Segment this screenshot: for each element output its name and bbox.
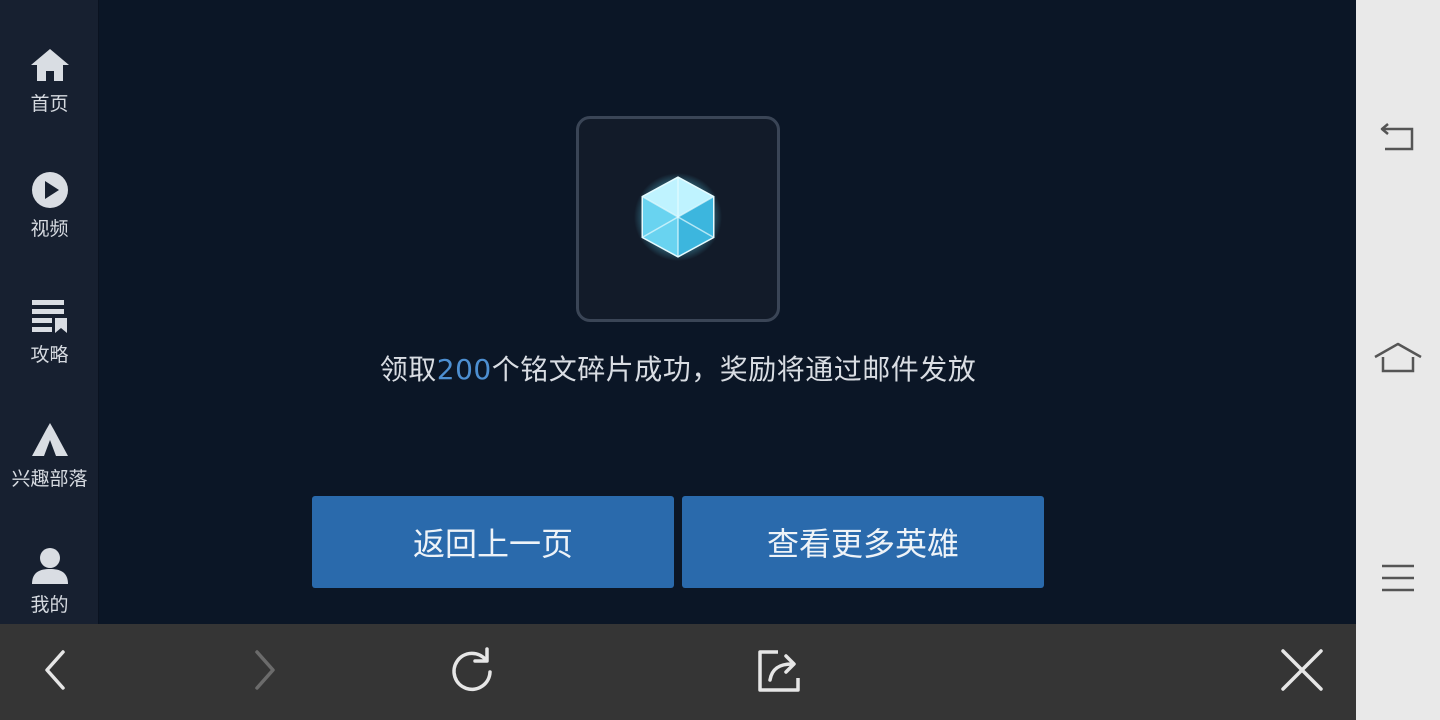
browser-forward-button[interactable] <box>216 624 312 720</box>
system-back-button[interactable] <box>1356 98 1440 182</box>
sidebar-item-tribe[interactable]: 兴趣部落 <box>0 420 99 520</box>
sidebar-item-guide[interactable]: 攻略 <box>0 296 99 396</box>
user-icon <box>30 546 70 586</box>
close-icon <box>1280 648 1324 696</box>
sidebar-item-label: 攻略 <box>30 344 69 366</box>
refresh-button[interactable] <box>424 624 520 720</box>
system-nav-bar <box>1356 0 1440 720</box>
inscription-crystal-icon <box>633 170 723 268</box>
home-icon <box>1373 341 1423 379</box>
sidebar-item-label: 兴趣部落 <box>11 468 88 490</box>
system-menu-button[interactable] <box>1356 538 1440 622</box>
play-icon <box>30 170 70 210</box>
forward-arrow-icon <box>249 648 279 696</box>
main-content: 领取200个铭文碎片成功，奖励将通过邮件发放 返回上一页 查看更多英雄 <box>100 0 1356 624</box>
browser-back-button[interactable] <box>8 624 104 720</box>
tribe-icon <box>30 420 70 460</box>
app-root: 首页 视频 攻略 兴趣部落 我的 领取200个铭文碎片成功，奖励将通过邮件发放 … <box>0 0 1440 720</box>
share-button[interactable] <box>732 624 828 720</box>
sidebar-item-label: 视频 <box>30 218 69 240</box>
home-icon <box>30 45 70 85</box>
message-suffix: 个铭文碎片成功，奖励将通过邮件发放 <box>491 353 977 386</box>
guide-icon <box>30 296 70 336</box>
reward-card <box>576 116 780 322</box>
sidebar-item-home[interactable]: 首页 <box>0 45 99 145</box>
back-to-previous-button[interactable]: 返回上一页 <box>312 496 674 588</box>
refresh-icon <box>448 646 496 698</box>
sidebar-item-label: 我的 <box>30 594 69 616</box>
message-prefix: 领取 <box>379 353 437 386</box>
back-icon <box>1378 121 1418 159</box>
close-button[interactable] <box>1254 624 1350 720</box>
system-home-button[interactable] <box>1356 318 1440 402</box>
sidebar-item-video[interactable]: 视频 <box>0 170 99 270</box>
view-more-heroes-button[interactable]: 查看更多英雄 <box>682 496 1044 588</box>
browser-toolbar <box>0 624 1356 720</box>
message-count: 200 <box>436 353 492 386</box>
menu-icon <box>1380 563 1416 597</box>
share-icon <box>756 646 804 698</box>
back-arrow-icon <box>41 648 71 696</box>
sidebar: 首页 视频 攻略 兴趣部落 我的 <box>0 0 99 624</box>
sidebar-item-label: 首页 <box>30 93 69 115</box>
success-message: 领取200个铭文碎片成功，奖励将通过邮件发放 <box>100 348 1256 388</box>
